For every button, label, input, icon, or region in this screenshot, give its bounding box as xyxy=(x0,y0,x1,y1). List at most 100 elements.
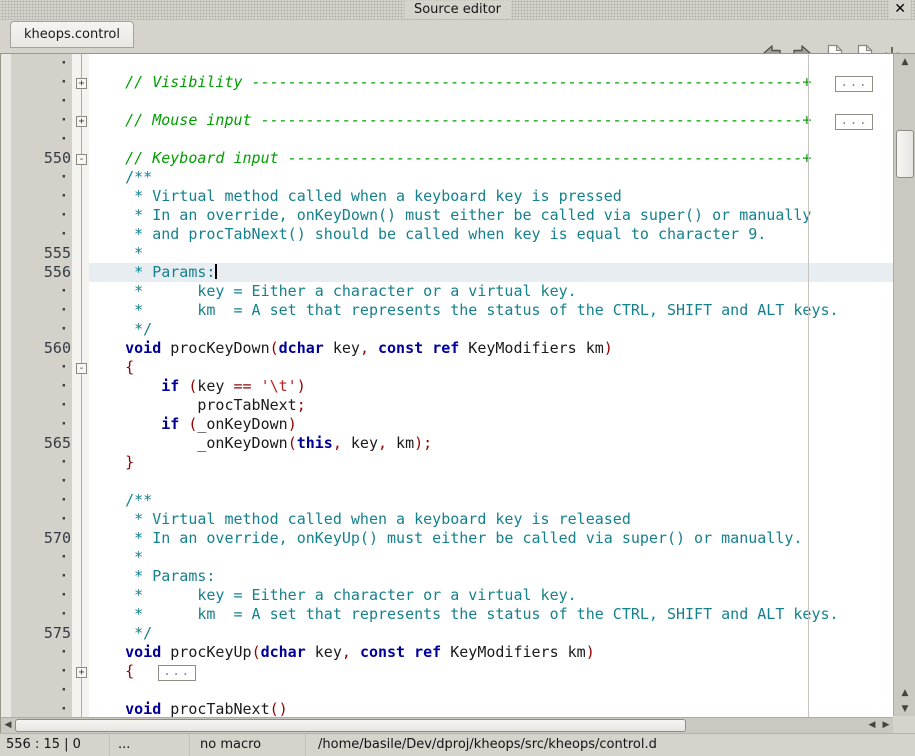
code-token: ( xyxy=(252,643,261,661)
fold-collapse-icon[interactable]: - xyxy=(76,363,87,374)
source-editor-window: Source editor ✕ kheops.control xyxy=(0,0,915,756)
folded-block-placeholder[interactable]: ... xyxy=(158,665,196,681)
code-line[interactable]: * km = A set that represents the status … xyxy=(89,301,893,320)
code-token: * km = A set that represents the status … xyxy=(89,301,839,319)
code-line[interactable]: // Keyboard input ----------------------… xyxy=(89,149,893,168)
gutter-row: 560 xyxy=(1,339,89,358)
code-token: { xyxy=(125,358,134,376)
scroll-up-icon[interactable]: ▲ xyxy=(894,54,915,70)
code-line[interactable] xyxy=(89,130,893,149)
gutter-row: · xyxy=(1,377,89,396)
code-line[interactable]: if (_onKeyDown) xyxy=(89,415,893,434)
fold-collapse-icon[interactable]: - xyxy=(76,154,87,165)
gutter-row: 556 xyxy=(1,263,89,282)
line-number: 555 xyxy=(44,244,71,263)
scroll-down-icon[interactable]: ▼ xyxy=(894,701,915,717)
code-line[interactable] xyxy=(89,472,893,491)
fold-expand-icon[interactable]: + xyxy=(76,667,87,678)
scroll-up-icon[interactable]: ▲ xyxy=(894,685,915,701)
code-line[interactable]: // Visibility --------------------------… xyxy=(89,73,893,92)
code-token: km xyxy=(387,434,414,452)
code-line[interactable]: {... xyxy=(89,662,893,681)
code-line[interactable]: */ xyxy=(89,624,893,643)
code-line[interactable] xyxy=(89,92,893,111)
code-line[interactable]: * Virtual method called when a keyboard … xyxy=(89,510,893,529)
code-area[interactable]: // Visibility --------------------------… xyxy=(89,54,893,717)
line-dot: · xyxy=(60,358,68,377)
code-line[interactable]: /** xyxy=(89,168,893,187)
code-line[interactable]: /** xyxy=(89,491,893,510)
code-line[interactable]: */ xyxy=(89,320,893,339)
code-line[interactable] xyxy=(89,54,893,73)
gutter-row: · xyxy=(1,548,89,567)
status-bar: 556 : 15 | 0 ... no macro /home/basile/D… xyxy=(0,733,915,756)
code-token xyxy=(89,73,125,91)
code-line[interactable]: * key = Either a character or a virtual … xyxy=(89,586,893,605)
code-token: ) xyxy=(586,643,595,661)
code-token xyxy=(89,662,125,680)
folded-block-placeholder[interactable]: ... xyxy=(835,114,873,130)
code-line[interactable]: * km = A set that represents the status … xyxy=(89,605,893,624)
gutter-row: 555 xyxy=(1,244,89,263)
code-line[interactable]: void procTabNext() xyxy=(89,700,893,717)
code-line[interactable]: * In an override, onKeyDown() must eithe… xyxy=(89,206,893,225)
gutter-row: · xyxy=(1,301,89,320)
code-token: * Virtual method called when a keyboard … xyxy=(89,510,631,528)
code-line[interactable]: } xyxy=(89,453,893,472)
horizontal-scrollbar-thumb[interactable] xyxy=(15,719,686,732)
code-token: * Params: xyxy=(89,263,215,281)
code-line[interactable]: void procKeyDown(dchar key, const ref Ke… xyxy=(89,339,893,358)
title-bar: Source editor ✕ xyxy=(0,0,915,20)
code-line[interactable]: * and procTabNext() should be called whe… xyxy=(89,225,893,244)
code-line[interactable]: procTabNext; xyxy=(89,396,893,415)
code-line[interactable]: void procKeyUp(dchar key, const ref KeyM… xyxy=(89,643,893,662)
code-line[interactable]: if (key == '\t') xyxy=(89,377,893,396)
horizontal-scrollbar[interactable]: ◀ ◀ ▶ xyxy=(1,717,893,733)
folded-block-placeholder[interactable]: ... xyxy=(835,76,873,92)
gutter-row: 570 xyxy=(1,529,89,548)
code-line[interactable]: * In an override, onKeyUp() must either … xyxy=(89,529,893,548)
vertical-scrollbar[interactable]: ▲ ▲ ▼ xyxy=(893,54,915,717)
code-token: * xyxy=(89,244,143,262)
code-token: ) xyxy=(604,339,613,357)
caret-position-status: 556 : 15 | 0 xyxy=(0,734,110,756)
scroll-right-icon[interactable]: ▶ xyxy=(879,718,893,734)
gutter-row: · xyxy=(1,605,89,624)
line-dot: · xyxy=(60,111,68,130)
gutter-row: · xyxy=(1,225,89,244)
line-dot: · xyxy=(60,472,68,491)
code-token: , xyxy=(360,339,369,357)
fold-expand-icon[interactable]: + xyxy=(76,78,87,89)
line-dot: · xyxy=(60,548,68,567)
scroll-left-icon[interactable]: ◀ xyxy=(865,718,879,734)
line-dot: · xyxy=(60,681,68,700)
scroll-left-icon[interactable]: ◀ xyxy=(1,718,15,734)
code-line[interactable] xyxy=(89,681,893,700)
vertical-scrollbar-thumb[interactable] xyxy=(896,130,914,178)
code-line[interactable]: * key = Either a character or a virtual … xyxy=(89,282,893,301)
code-line[interactable]: * Virtual method called when a keyboard … xyxy=(89,187,893,206)
line-dot: · xyxy=(60,662,68,681)
code-line[interactable]: * xyxy=(89,548,893,567)
code-token: key xyxy=(197,377,233,395)
code-token xyxy=(179,415,188,433)
code-token xyxy=(423,339,432,357)
line-dot: · xyxy=(60,586,68,605)
code-token: this xyxy=(297,434,333,452)
gutter-row: · xyxy=(1,586,89,605)
code-line[interactable]: * Params: xyxy=(89,263,893,282)
code-line[interactable]: { xyxy=(89,358,893,377)
code-line[interactable]: // Mouse input -------------------------… xyxy=(89,111,893,130)
close-icon[interactable]: ✕ xyxy=(889,0,911,19)
code-line[interactable]: * xyxy=(89,244,893,263)
fold-expand-icon[interactable]: + xyxy=(76,116,87,127)
line-dot: · xyxy=(60,320,68,339)
tab-kheops-control[interactable]: kheops.control xyxy=(10,21,134,48)
code-line[interactable]: _onKeyDown(this, key, km); xyxy=(89,434,893,453)
code-token: key xyxy=(306,643,342,661)
code-line[interactable]: * Params: xyxy=(89,567,893,586)
line-number: 556 xyxy=(44,263,71,282)
code-token xyxy=(89,149,125,167)
gutter-row: · xyxy=(1,415,89,434)
code-token: * In an override, onKeyDown() must eithe… xyxy=(89,206,811,224)
